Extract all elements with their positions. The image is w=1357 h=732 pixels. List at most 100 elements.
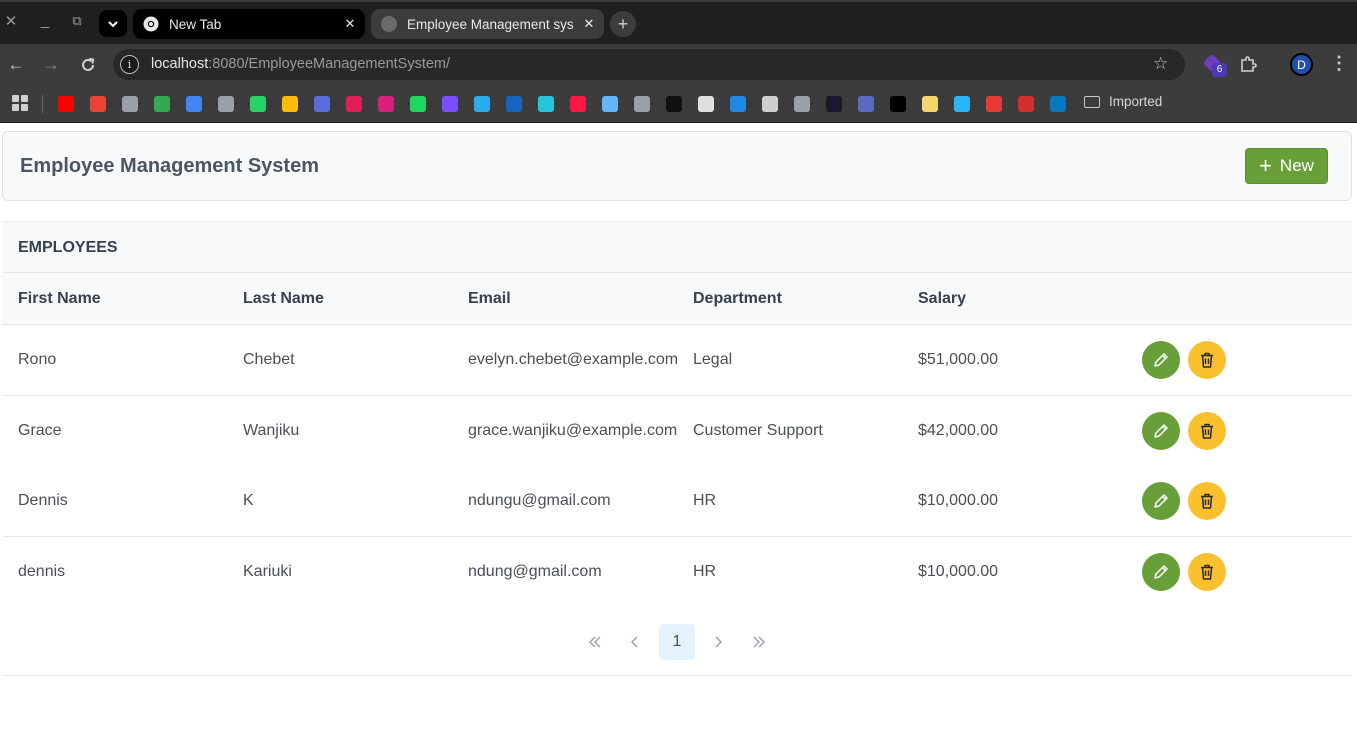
url-path: :8080/EmployeeManagementSystem/: [208, 56, 451, 72]
s-bookmark-icon[interactable]: [826, 96, 842, 112]
new-tab-button[interactable]: +: [610, 11, 636, 37]
bookmark-folder-imported[interactable]: Imported: [1084, 94, 1162, 109]
edit-button[interactable]: [1142, 341, 1180, 379]
cell-salary: $10,000.00: [918, 563, 999, 580]
chat-bookmark-icon[interactable]: [602, 96, 618, 112]
globe-bookmark-icon[interactable]: [122, 96, 138, 112]
tab-employee-management[interactable]: Employee Management sys ✕: [371, 9, 604, 39]
url-host: localhost: [151, 56, 209, 72]
column-header-email: Email: [468, 290, 511, 307]
whatsapp-bookmark-icon[interactable]: [250, 96, 266, 112]
cell-last-name: Wanjiku: [243, 422, 300, 439]
column-header-department: Department: [693, 290, 782, 307]
edit-button[interactable]: [1142, 412, 1180, 450]
next-page-button[interactable]: [700, 624, 736, 660]
chevron-left-icon: [630, 636, 638, 648]
url-text[interactable]: localhost:8080/EmployeeManagementSystem/: [151, 56, 450, 72]
profile-avatar[interactable]: D: [1290, 53, 1313, 76]
chevron-right-icon: [715, 636, 723, 648]
extensions-puzzle-icon[interactable]: [1239, 55, 1257, 78]
cell-salary: $51,000.00: [918, 351, 999, 368]
feather-bookmark-icon[interactable]: [442, 96, 458, 112]
bookmarks-bar: Imported: [0, 86, 1357, 123]
k-bookmark-icon[interactable]: [954, 96, 970, 112]
bookmark-icon[interactable]: [506, 96, 522, 112]
minimize-window-icon[interactable]: _: [35, 12, 55, 29]
paginator: 1: [2, 607, 1352, 676]
address-bar[interactable]: i localhost:8080/EmployeeManagementSyste…: [113, 49, 1185, 80]
new-employee-button[interactable]: + New: [1245, 148, 1328, 184]
creative-cloud-bookmark-icon[interactable]: [378, 96, 394, 112]
table-row: dennis Kariuki ndung@gmail.com HR $10,00…: [2, 537, 1352, 608]
globe-bookmark-icon[interactable]: [218, 96, 234, 112]
acrobat-bookmark-icon[interactable]: [986, 96, 1002, 112]
telegram-bookmark-icon[interactable]: [474, 96, 490, 112]
extension-icon[interactable]: 6: [1202, 53, 1227, 77]
column-header-last-name: Last Name: [243, 290, 324, 307]
maps-bookmark-icon[interactable]: [154, 96, 170, 112]
medium-bookmark-icon[interactable]: [890, 96, 906, 112]
edit-button[interactable]: [1142, 482, 1180, 520]
browser-toolbar: ← → i localhost:8080/EmployeeManagementS…: [0, 44, 1357, 86]
page-1-button[interactable]: 1: [659, 624, 695, 660]
bookmarks-divider: [42, 95, 43, 113]
drupal-bookmark-icon[interactable]: [1050, 96, 1066, 112]
terminal-bookmark-icon[interactable]: [858, 96, 874, 112]
app-header: Employee Management System + New: [2, 131, 1352, 201]
back-icon[interactable]: ←: [5, 54, 27, 76]
last-page-button[interactable]: [741, 624, 777, 660]
cell-last-name: K: [243, 492, 254, 509]
double-chevron-right-icon: [753, 636, 766, 648]
delete-button[interactable]: [1188, 412, 1226, 450]
close-tab-icon[interactable]: ✕: [578, 16, 600, 32]
slack-bookmark-icon[interactable]: [346, 96, 362, 112]
bookmark-star-icon[interactable]: ☆: [1153, 54, 1168, 74]
first-page-button[interactable]: [577, 624, 613, 660]
calendar-bookmark-icon[interactable]: [314, 96, 330, 112]
tab-search-button[interactable]: [99, 10, 127, 37]
folder-icon: [1084, 95, 1100, 108]
globe-icon: [381, 16, 397, 32]
delete-button[interactable]: [1188, 341, 1226, 379]
minus-bookmark-icon[interactable]: [666, 96, 682, 112]
q-bookmark-icon[interactable]: [730, 96, 746, 112]
close-tab-icon[interactable]: ✕: [339, 16, 361, 32]
restore-window-icon[interactable]: ⧉: [67, 13, 87, 29]
cell-email: grace.wanjiku@example.com: [468, 422, 678, 439]
reload-icon[interactable]: [77, 54, 99, 76]
arc-bookmark-icon[interactable]: [538, 96, 554, 112]
previous-page-button[interactable]: [617, 624, 653, 660]
youtube-bookmark-icon[interactable]: [58, 96, 74, 112]
tab-title: Employee Management sys: [407, 16, 574, 32]
forward-icon[interactable]: →: [40, 54, 62, 76]
browser-menu-icon[interactable]: ⋮: [1330, 53, 1348, 74]
spotify-bookmark-icon[interactable]: [410, 96, 426, 112]
bookmark-folder-label: Imported: [1109, 94, 1163, 109]
plus-icon: +: [1259, 153, 1272, 178]
globe-bookmark-icon[interactable]: [794, 96, 810, 112]
gmail-bookmark-icon[interactable]: [90, 96, 106, 112]
column-header-first-name: First Name: [18, 290, 101, 307]
apps-grid-icon[interactable]: [12, 95, 28, 111]
cell-last-name: Chebet: [243, 351, 295, 368]
window-bookmark-icon[interactable]: [1018, 96, 1034, 112]
drive-bookmark-icon[interactable]: [282, 96, 298, 112]
site-info-icon[interactable]: i: [120, 55, 139, 74]
delete-button[interactable]: [1188, 553, 1226, 591]
employees-table: EMPLOYEES First Name Last Name Email Dep…: [2, 221, 1352, 676]
close-window-icon[interactable]: ✕: [1, 12, 21, 30]
delete-button[interactable]: [1188, 482, 1226, 520]
table-caption: EMPLOYEES: [2, 222, 1352, 273]
cell-first-name: dennis: [18, 563, 66, 580]
avatar-bookmark-icon[interactable]: [922, 96, 938, 112]
tab-new-tab[interactable]: New Tab ✕: [133, 9, 365, 39]
new-button-label: New: [1279, 156, 1314, 175]
cell-department: Legal: [693, 351, 733, 368]
globe-bookmark-icon[interactable]: [634, 96, 650, 112]
news-bookmark-icon[interactable]: [570, 96, 586, 112]
edit-button[interactable]: [1142, 553, 1180, 591]
network-bookmark-icon[interactable]: [762, 96, 778, 112]
translate-bookmark-icon[interactable]: [186, 96, 202, 112]
cell-salary: $42,000.00: [918, 422, 999, 439]
cube-bookmark-icon[interactable]: [698, 96, 714, 112]
